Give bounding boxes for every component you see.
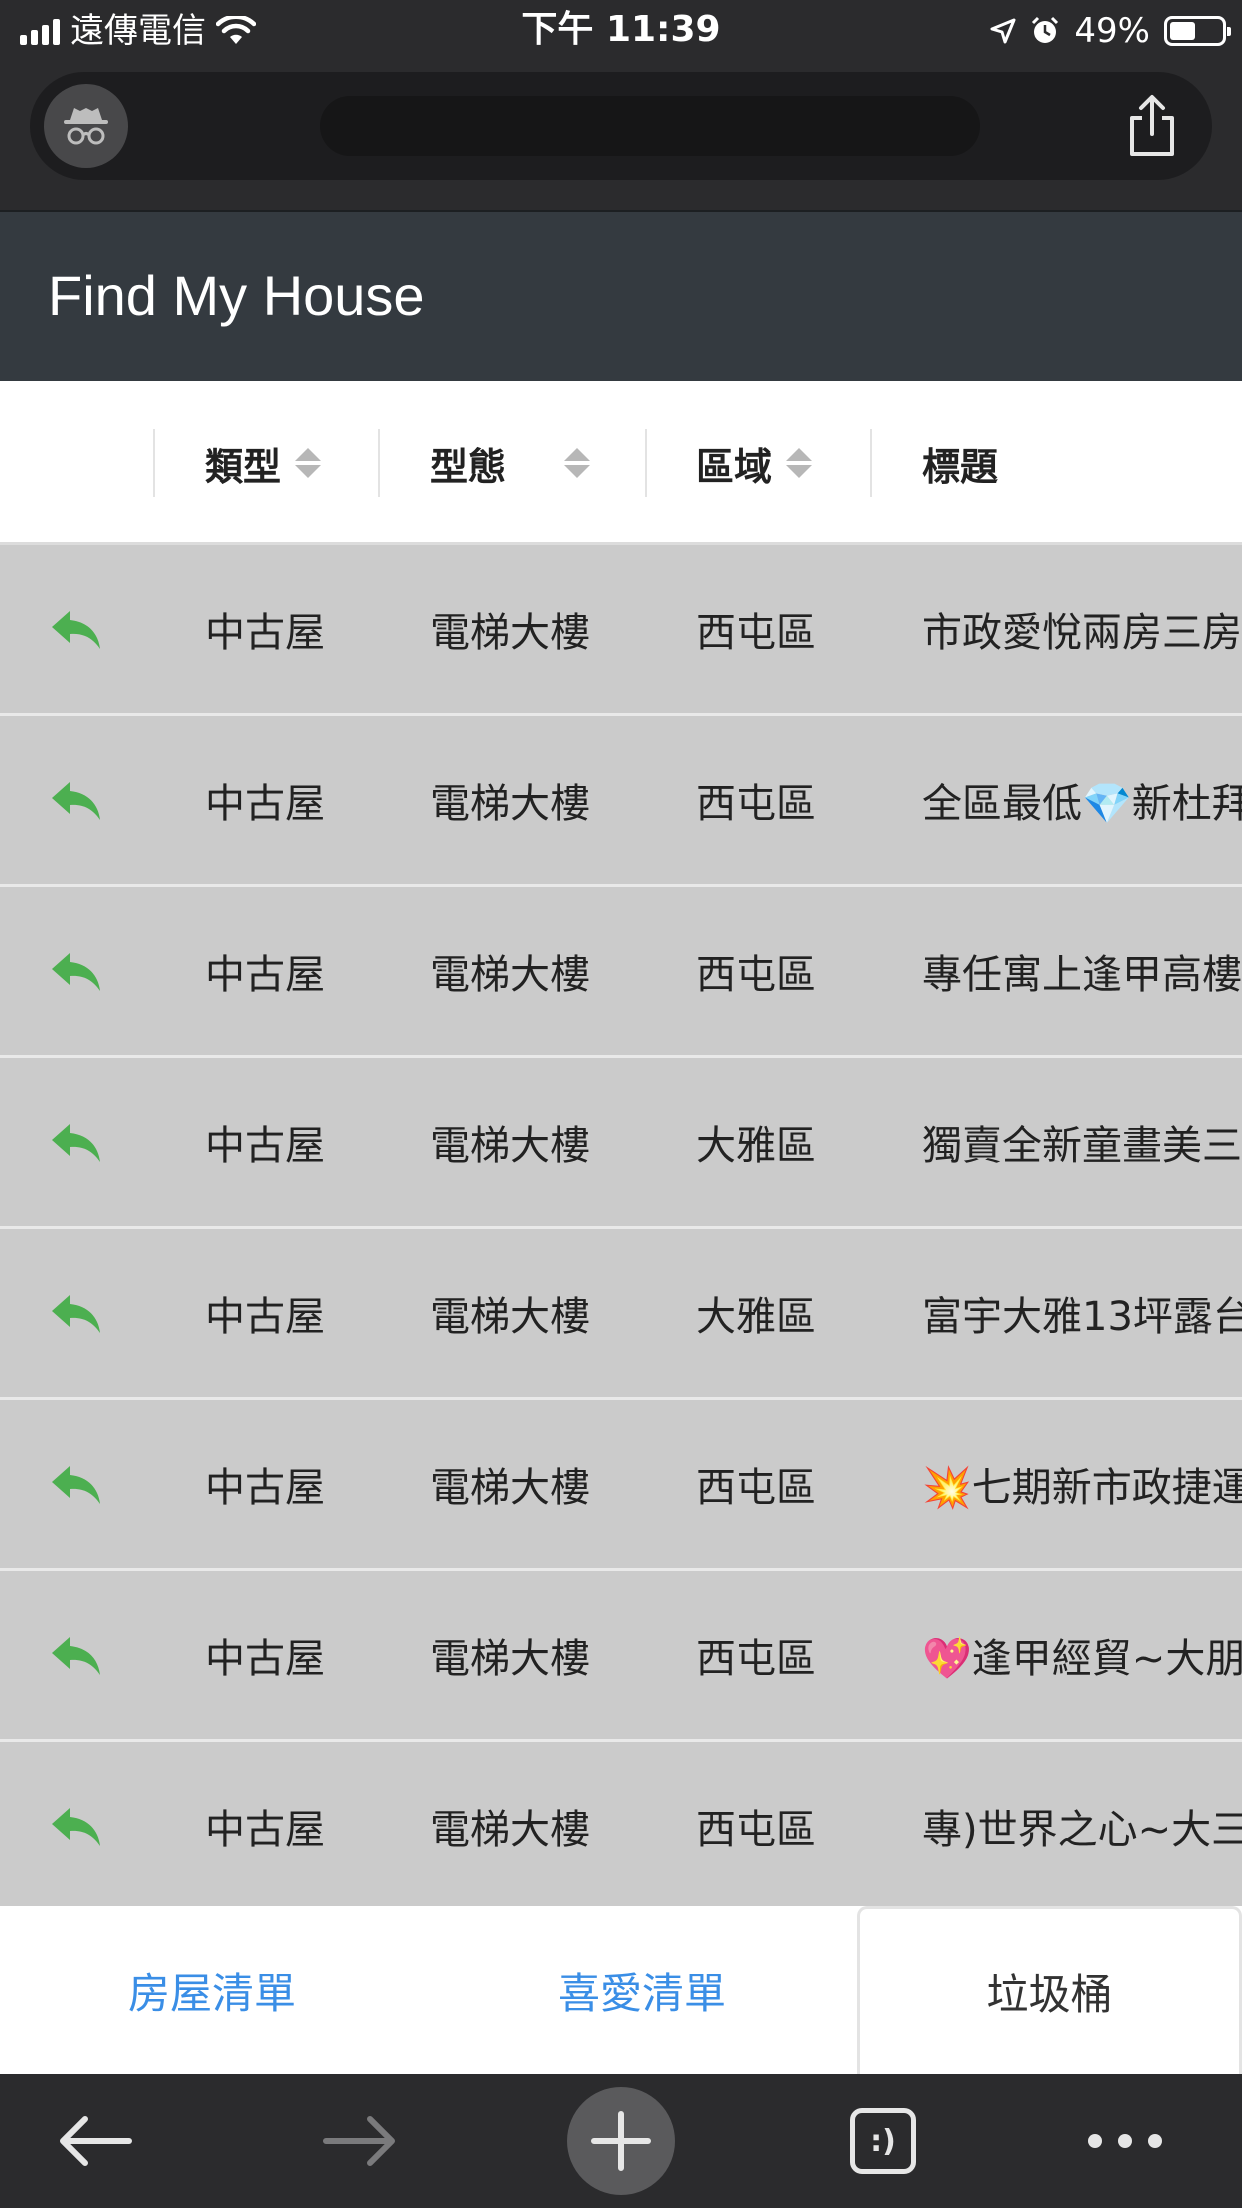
tab-favorites[interactable]: 喜愛清單 [430,1906,854,2074]
reply-arrow-icon[interactable] [48,1571,108,1739]
cell-form: 電梯大樓 [430,1465,590,1511]
column-header-label: 類型 [205,444,282,489]
battery-icon [1164,16,1231,46]
battery-percent: 49% [1074,11,1150,51]
table-row[interactable]: 中古屋 電梯大樓 西屯區 專任寓上逢甲高樓 [0,887,1242,1058]
sort-icon[interactable] [295,448,322,478]
cell-title[interactable]: 富宇大雅13坪露台 [922,1229,1242,1397]
cell-form: 電梯大樓 [430,1294,590,1340]
table-row[interactable]: 中古屋 電梯大樓 西屯區 💥七期新市政捷運 [0,1400,1242,1571]
cell-type: 中古屋 [205,1294,325,1340]
back-arrow-icon[interactable] [40,2074,150,2208]
cell-form: 電梯大樓 [430,1123,590,1169]
location-arrow-icon [990,18,1016,44]
column-separator [378,429,380,497]
status-bar: 遠傳電信 下午 11:39 49% [0,0,1242,62]
tab-trash[interactable]: 垃圾桶 [857,1906,1242,2074]
cell-area: 大雅區 [696,1123,816,1169]
cell-type: 中古屋 [205,1636,325,1682]
cell-title[interactable]: 全區最低💎新杜拜 [922,716,1242,884]
reply-arrow-icon[interactable] [48,716,108,884]
cell-form: 電梯大樓 [430,1636,590,1682]
reply-arrow-icon[interactable] [48,545,108,713]
bottom-tab-bar: 房屋清單 喜愛清單 垃圾桶 [0,1906,1242,2074]
app-header: Find My House [0,210,1242,381]
browser-top-bar: 遠傳電信 下午 11:39 49% [0,0,1242,210]
column-header-label: 區域 [696,444,773,489]
table-row[interactable]: 中古屋 電梯大樓 大雅區 獨賣全新童畫美三 [0,1058,1242,1229]
cell-title[interactable]: 💥七期新市政捷運 [922,1400,1242,1568]
tab-house-list[interactable]: 房屋清單 [0,1906,424,2074]
table-body: 中古屋 電梯大樓 西屯區 市政愛悅兩房三房 中古屋 電梯大樓 西屯區 全區最低💎新杜拜 中古屋電… [0,545,1242,1913]
reply-arrow-icon[interactable] [48,887,108,1055]
browser-bottom-toolbar: :) [0,2074,1242,2208]
cell-title[interactable]: 獨賣全新童畫美三 [922,1058,1242,1226]
column-separator [645,429,647,497]
cell-area: 大雅區 [696,1294,816,1340]
share-icon[interactable] [1122,94,1182,160]
cell-form: 電梯大樓 [430,610,590,656]
url-bar[interactable] [30,72,1212,180]
app-title[interactable]: Find My House [48,264,425,328]
table-row[interactable]: 中古屋 電梯大樓 西屯區 市政愛悅兩房三房 [0,545,1242,716]
cell-type: 中古屋 [205,781,325,827]
tab-switcher-icon[interactable]: :) [828,2074,938,2208]
cell-area: 西屯區 [696,781,816,827]
cell-area: 西屯區 [696,1465,816,1511]
cell-title[interactable]: 💖逢甲經貿~大朋 [922,1571,1242,1739]
cell-area: 西屯區 [696,952,816,998]
url-text-redacted[interactable] [320,96,980,156]
sort-icon[interactable] [564,448,591,478]
forward-arrow-icon[interactable] [305,2074,415,2208]
cell-type: 中古屋 [205,952,325,998]
alarm-icon [1032,16,1059,43]
column-separator [153,429,155,497]
sort-icon[interactable] [786,448,813,478]
cell-form: 電梯大樓 [430,952,590,998]
cell-title[interactable]: 專任寓上逢甲高樓 [922,887,1242,1055]
more-dots-icon[interactable] [1070,2074,1180,2208]
column-separator [870,429,872,497]
table-row[interactable]: 中古屋 電梯大樓 大雅區 富宇大雅13坪露台 [0,1229,1242,1400]
column-header-type[interactable]: 類型 [205,381,322,545]
column-header-form[interactable]: 型態 [430,381,591,545]
reply-arrow-icon[interactable] [48,1229,108,1397]
reply-arrow-icon[interactable] [48,1058,108,1226]
new-tab-plus-icon[interactable] [566,2074,676,2208]
cell-type: 中古屋 [205,610,325,656]
cell-area: 西屯區 [696,610,816,656]
cell-form: 電梯大樓 [430,781,590,827]
cell-title[interactable]: 市政愛悅兩房三房 [922,545,1242,713]
table-row[interactable]: 中古屋 電梯大樓 西屯區 💖逢甲經貿~大朋 [0,1571,1242,1742]
cell-type: 中古屋 [205,1465,325,1511]
column-header-label: 型態 [430,444,507,489]
cell-form: 電梯大樓 [430,1807,590,1853]
cell-type: 中古屋 [205,1807,325,1853]
table-row[interactable]: 中古屋 電梯大樓 西屯區 全區最低💎新杜拜 [0,716,1242,887]
cell-area: 西屯區 [696,1807,816,1853]
cell-type: 中古屋 [205,1123,325,1169]
column-header-title: 標題 [922,381,998,545]
battery-fill [1170,22,1195,40]
cell-area: 西屯區 [696,1636,816,1682]
tab-switcher-label: :) [850,2108,916,2174]
incognito-icon[interactable] [44,84,128,168]
reply-arrow-icon[interactable] [48,1400,108,1568]
column-header-label: 標題 [922,444,999,489]
reply-arrow-icon[interactable] [48,1742,108,1910]
table-row[interactable]: 中古屋 電梯大樓 西屯區 專)世界之心~大三 [0,1742,1242,1913]
column-header-area[interactable]: 區域 [696,381,813,545]
cell-title[interactable]: 專)世界之心~大三 [922,1742,1242,1910]
table-header: 類型 型態 區域 標題 [0,381,1242,545]
